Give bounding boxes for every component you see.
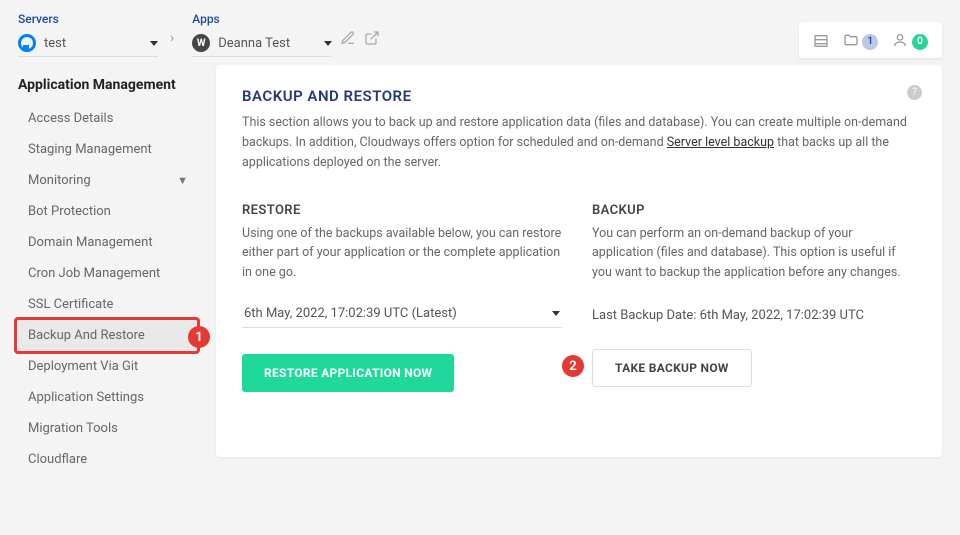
backup-title: BACKUP — [592, 203, 916, 218]
folder-icon[interactable]: 1 — [843, 30, 879, 50]
sidebar-item-deployment-via-git[interactable]: Deployment Via Git — [18, 351, 198, 382]
server-selector[interactable]: test — [18, 30, 158, 57]
chevron-down-icon — [552, 311, 560, 316]
last-backup-date: Last Backup Date: 6th May, 2022, 17:02:3… — [592, 308, 916, 323]
app-name: Deanna Test — [218, 36, 290, 51]
restore-button[interactable]: RESTORE APPLICATION NOW — [242, 354, 454, 392]
wordpress-icon: W — [192, 34, 210, 52]
sidebar-item-application-settings[interactable]: Application Settings — [18, 382, 198, 413]
take-backup-button[interactable]: TAKE BACKUP NOW — [592, 349, 752, 387]
sidebar-item-monitoring[interactable]: Monitoring ▼ — [18, 165, 198, 196]
callout-badge-1: 1 — [188, 326, 210, 348]
server-crumb: Servers test — [18, 12, 158, 57]
sidebar: Application Management Access Details Sta… — [18, 65, 198, 475]
page-description: This section allows you to back up and r… — [242, 113, 916, 173]
app-crumb: Apps W Deanna Test — [192, 12, 332, 57]
sidebar-item-label: Monitoring — [28, 173, 91, 188]
sidebar-item-staging-management[interactable]: Staging Management — [18, 134, 198, 165]
sidebar-item-label: SSL Certificate — [28, 297, 113, 312]
chevron-down-icon — [150, 41, 158, 46]
server-name: test — [44, 36, 66, 51]
main-panel: ? BACKUP AND RESTORE This section allows… — [216, 65, 942, 457]
backup-button-wrap: 2 TAKE BACKUP NOW — [592, 349, 752, 387]
sidebar-item-label: Backup And Restore — [28, 328, 145, 343]
layout: Application Management Access Details Sta… — [0, 65, 960, 475]
apps-label: Apps — [192, 12, 332, 26]
restore-description: Using one of the backups available below… — [242, 224, 566, 282]
restore-title: RESTORE — [242, 203, 566, 218]
sidebar-item-label: Access Details — [28, 111, 113, 126]
sidebar-item-domain-management[interactable]: Domain Management — [18, 227, 198, 258]
sidebar-title: Application Management — [18, 77, 198, 93]
sidebar-item-label: Domain Management — [28, 235, 153, 250]
chevron-down-icon — [324, 41, 332, 46]
list-view-icon[interactable] — [813, 31, 829, 49]
sidebar-item-label: Bot Protection — [28, 204, 111, 219]
sidebar-item-bot-protection[interactable]: Bot Protection — [18, 196, 198, 227]
restore-column: RESTORE Using one of the backups availab… — [242, 203, 566, 392]
sidebar-item-migration-tools[interactable]: Migration Tools — [18, 413, 198, 444]
sidebar-item-ssl-certificate[interactable]: SSL Certificate — [18, 289, 198, 320]
columns: RESTORE Using one of the backups availab… — [242, 203, 916, 392]
selected-backup-label: 6th May, 2022, 17:02:39 UTC (Latest) — [244, 306, 552, 321]
servers-label: Servers — [18, 12, 158, 26]
app-action-icons — [340, 30, 380, 46]
backup-column: BACKUP You can perform an on-demand back… — [592, 203, 916, 392]
breadcrumb-arrow-icon: › — [170, 30, 174, 46]
sidebar-item-label: Cloudflare — [28, 452, 87, 467]
digitalocean-icon — [18, 34, 36, 52]
server-level-backup-link[interactable]: Server level backup — [667, 135, 774, 150]
sidebar-item-cron-job-management[interactable]: Cron Job Management — [18, 258, 198, 289]
backup-selector[interactable]: 6th May, 2022, 17:02:39 UTC (Latest) — [242, 300, 562, 328]
sidebar-item-label: Deployment Via Git — [28, 359, 138, 374]
topbar: Servers test › Apps W Deanna Test 1 — [0, 0, 960, 65]
app-selector[interactable]: W Deanna Test — [192, 30, 332, 57]
sidebar-item-backup-and-restore[interactable]: Backup And Restore — [18, 320, 198, 351]
backup-description: You can perform an on-demand backup of y… — [592, 224, 916, 282]
topbar-actions: 1 0 — [799, 22, 942, 58]
callout-badge-2: 2 — [562, 355, 584, 377]
page-title: BACKUP AND RESTORE — [242, 87, 916, 105]
chevron-down-icon: ▼ — [177, 174, 188, 187]
user-icon[interactable]: 0 — [892, 30, 928, 50]
sidebar-item-access-details[interactable]: Access Details — [18, 103, 198, 134]
sidebar-item-label: Application Settings — [28, 390, 144, 405]
help-icon[interactable]: ? — [907, 85, 922, 100]
edit-icon[interactable] — [340, 30, 356, 46]
sidebar-item-label: Staging Management — [28, 142, 152, 157]
sidebar-item-label: Migration Tools — [28, 421, 118, 436]
external-link-icon[interactable] — [364, 30, 380, 46]
sidebar-item-cloudflare[interactable]: Cloudflare — [18, 444, 198, 475]
user-badge: 0 — [912, 34, 928, 50]
sidebar-item-label: Cron Job Management — [28, 266, 160, 281]
folder-badge: 1 — [862, 34, 878, 50]
